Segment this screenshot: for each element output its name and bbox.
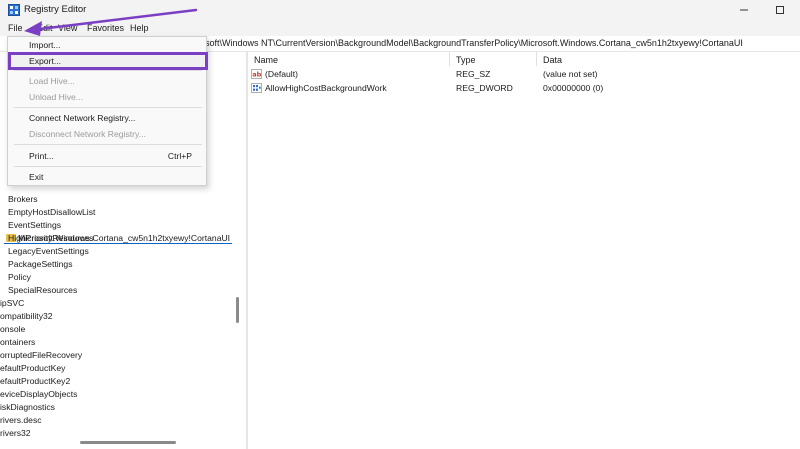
tree-vertical-scrollbar[interactable] — [236, 297, 239, 323]
menu-item-connect-network-registry[interactable]: Connect Network Registry... — [29, 113, 135, 123]
value-row[interactable]: ab (Default) REG_SZ (value not set) — [248, 68, 800, 82]
menu-item-unload-hive[interactable]: Unload Hive... — [29, 92, 83, 102]
menu-help[interactable]: Help — [130, 23, 149, 33]
tree-item[interactable]: ipSVC — [0, 298, 24, 311]
tree-item[interactable]: efaultProductKey2 — [0, 376, 70, 389]
tree-item[interactable]: HighPriorityResources — [8, 233, 94, 246]
tree-item[interactable]: onsole — [0, 324, 25, 337]
tree-item[interactable]: PackageSettings — [8, 259, 73, 272]
tree-item[interactable]: ontainers — [0, 337, 35, 350]
menu-item-export[interactable]: Export... — [29, 56, 61, 66]
value-type: REG_SZ — [456, 69, 491, 79]
tree-horizontal-scrollbar[interactable] — [80, 441, 176, 444]
value-name: AllowHighCostBackgroundWork — [265, 83, 387, 93]
column-divider[interactable] — [449, 52, 450, 66]
menu-item-import[interactable]: Import... — [29, 40, 61, 50]
tree-item[interactable]: Brokers — [8, 194, 38, 207]
string-value-icon: ab — [251, 69, 262, 79]
svg-text:ab: ab — [252, 71, 261, 79]
menu-separator — [14, 166, 202, 167]
file-menu-dropdown: Import... Export... Load Hive... Unload … — [7, 36, 208, 186]
menu-file[interactable]: File — [8, 23, 23, 33]
tree-item[interactable]: iskDiagnostics — [0, 402, 55, 415]
values-list-pane[interactable]: Name Type Data ab (Default) REG_SZ (valu… — [248, 52, 800, 449]
menu-separator — [14, 144, 202, 145]
menu-favorites[interactable]: Favorites — [87, 23, 124, 33]
column-header-data[interactable]: Data — [543, 55, 562, 65]
tree-item[interactable]: EventSettings — [8, 220, 61, 233]
tree-item[interactable]: Policy — [8, 272, 31, 285]
menu-item-load-hive[interactable]: Load Hive... — [29, 76, 75, 86]
maximize-icon — [776, 6, 784, 14]
address-path: osoft\Windows NT\CurrentVersion\Backgrou… — [200, 38, 743, 48]
menu-separator — [14, 107, 202, 108]
maximize-button[interactable] — [770, 2, 790, 18]
column-header-type[interactable]: Type — [456, 55, 476, 65]
tree-item[interactable]: EmptyHostDisallowList — [8, 207, 95, 220]
window-title: Registry Editor — [24, 4, 87, 15]
menu-item-exit[interactable]: Exit — [29, 172, 43, 182]
tree-item[interactable]: eviceDisplayObjects — [0, 389, 77, 402]
minimize-button[interactable] — [734, 2, 754, 18]
menu-item-print[interactable]: Print... — [29, 151, 54, 161]
tree-item[interactable]: rivers.desc — [0, 415, 42, 428]
menu-separator — [14, 70, 202, 71]
column-divider[interactable] — [536, 52, 537, 66]
tree-item[interactable]: SpecialResources — [8, 285, 77, 298]
title-bar: Registry Editor — [0, 0, 800, 20]
menu-bar: File Edit View Favorites Help — [0, 20, 800, 36]
print-shortcut: Ctrl+P — [167, 151, 192, 161]
menu-item-disconnect-network-registry[interactable]: Disconnect Network Registry... — [29, 129, 146, 139]
value-name: (Default) — [265, 69, 298, 79]
value-data: (value not set) — [543, 69, 598, 79]
value-type: REG_DWORD — [456, 83, 513, 93]
tree-item[interactable]: rivers32 — [0, 428, 31, 441]
tree-item[interactable]: LegacyEventSettings — [8, 246, 89, 259]
binary-value-icon — [251, 83, 262, 93]
minimize-icon — [740, 9, 748, 11]
menu-edit[interactable]: Edit — [37, 23, 53, 33]
registry-editor-icon — [8, 4, 20, 16]
column-header-name[interactable]: Name — [254, 55, 278, 65]
value-row[interactable]: AllowHighCostBackgroundWork REG_DWORD 0x… — [248, 82, 800, 96]
tree-item[interactable]: ompatibility32 — [0, 311, 53, 324]
tree-item[interactable]: orruptedFileRecovery — [0, 350, 82, 363]
tree-item[interactable]: efaultProductKey — [0, 363, 65, 376]
value-data: 0x00000000 (0) — [543, 83, 604, 93]
menu-view[interactable]: View — [58, 23, 77, 33]
